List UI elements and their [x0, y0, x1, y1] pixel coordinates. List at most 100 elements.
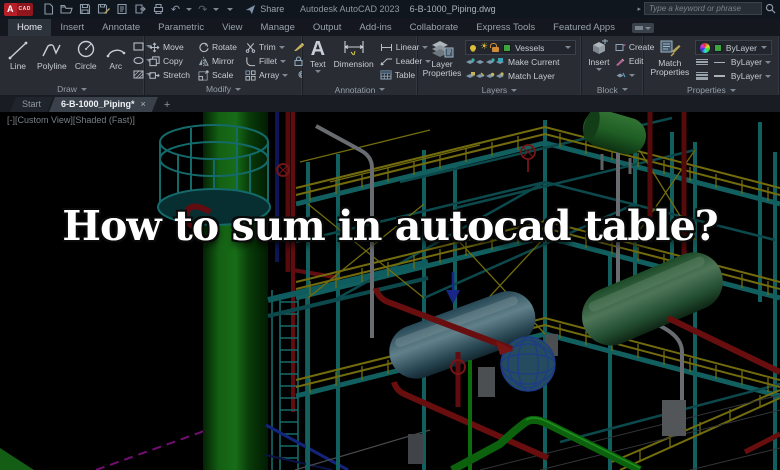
dimension-button[interactable]: Dimension — [331, 38, 377, 84]
layer-match-icons — [466, 72, 504, 78]
layer-dropdown-caret-icon[interactable] — [564, 46, 571, 49]
color-value: ByLayer — [725, 42, 757, 53]
array-button[interactable]: Array — [245, 69, 289, 81]
undo-dropdown-icon[interactable] — [186, 7, 193, 11]
modify-panel-label[interactable]: Modify — [145, 83, 302, 95]
polyline-button[interactable]: Polyline — [34, 38, 70, 83]
edit-block-icon — [615, 58, 625, 66]
overlay-title: How to sum in autocad table? — [62, 202, 718, 250]
open-folder-icon[interactable] — [60, 3, 73, 15]
properties-panel-label[interactable]: Properties — [644, 85, 779, 95]
color-wheel-icon — [699, 42, 710, 53]
search-input[interactable] — [644, 2, 762, 15]
export-icon[interactable] — [134, 3, 146, 15]
rotate-button[interactable]: Rotate — [198, 42, 237, 53]
document-tab[interactable]: 6-B-1000_Piping* × — [49, 97, 158, 112]
create-block-icon — [615, 43, 626, 51]
undo-icon[interactable]: ↶ — [171, 4, 180, 15]
ribbon-tab-bar: Home Insert Annotate Parametric View Man… — [0, 18, 780, 36]
copy-button[interactable]: Copy — [149, 55, 190, 67]
lineweight-dropdown[interactable]: ByLayer — [695, 69, 772, 83]
qat-customize-icon[interactable] — [227, 7, 234, 11]
arc-icon — [106, 49, 126, 58]
dark-overlay — [0, 112, 780, 470]
match-properties-button[interactable]: Match Properties — [648, 38, 692, 85]
share-button[interactable]: Share — [245, 4, 284, 15]
share-label: Share — [260, 4, 285, 14]
mirror-icon — [198, 56, 209, 66]
dimension-icon — [344, 41, 364, 56]
quick-access-toolbar: ↶ ↷ Share — [42, 3, 284, 15]
draw-panel-label[interactable]: Draw — [0, 83, 144, 95]
tab-annotate[interactable]: Annotate — [93, 19, 149, 36]
search-icon[interactable] — [765, 3, 776, 14]
tab-add-ins[interactable]: Add-ins — [350, 19, 400, 36]
move-button[interactable]: Move — [149, 42, 190, 53]
new-file-icon[interactable] — [42, 3, 54, 15]
redo-dropdown-icon[interactable] — [213, 7, 220, 11]
close-tab-icon[interactable]: × — [141, 99, 146, 109]
tab-insert[interactable]: Insert — [51, 19, 93, 36]
stretch-button[interactable]: Stretch — [149, 70, 190, 81]
insert-block-button[interactable]: Insert — [586, 38, 612, 84]
current-color-swatch — [713, 43, 722, 52]
match-properties-icon — [660, 40, 681, 57]
layers-panel-label[interactable]: Layers — [418, 85, 581, 95]
tab-output[interactable]: Output — [304, 19, 351, 36]
scale-button[interactable]: Scale — [198, 69, 237, 81]
tab-collaborate[interactable]: Collaborate — [401, 19, 468, 36]
tab-parametric[interactable]: Parametric — [149, 19, 213, 36]
block-panel-label[interactable]: Block — [582, 84, 643, 95]
text-button[interactable]: A Text — [307, 38, 329, 84]
array-icon — [245, 69, 256, 81]
make-current-button[interactable]: Make Current — [465, 55, 576, 69]
viewport-controls[interactable]: [-][Custom View][Shaded (Fast)] — [7, 115, 135, 125]
panel-draw: Line Polyline Circle Arc Draw — [0, 36, 152, 95]
scale-icon — [198, 69, 209, 81]
autocad-logo-icon[interactable]: A CAD — [4, 2, 33, 16]
save-icon[interactable] — [79, 3, 91, 15]
current-layer-name: Vessels — [515, 42, 545, 53]
ribbon-overflow-button[interactable] — [631, 23, 654, 33]
line-button[interactable]: Line — [4, 38, 32, 83]
tab-view[interactable]: View — [213, 19, 251, 36]
circle-button[interactable]: Circle — [72, 38, 100, 83]
linear-icon — [380, 43, 392, 51]
mirror-button[interactable]: Mirror — [198, 56, 237, 67]
panel-block: Insert Create Edit Block — [582, 36, 654, 95]
tab-home[interactable]: Home — [8, 19, 52, 36]
new-tab-button[interactable]: + — [164, 99, 170, 112]
layer-dropdown[interactable]: ☀ Vessels — [465, 40, 576, 55]
match-layer-button[interactable]: Match Layer — [465, 69, 576, 83]
linetype-dropdown[interactable]: ByLayer — [695, 55, 772, 69]
tab-manage[interactable]: Manage — [252, 19, 304, 36]
layer-thaw-sun-icon[interactable]: ☀ — [480, 43, 488, 52]
ellipse-icon — [133, 56, 144, 65]
plot-icon[interactable] — [116, 3, 128, 15]
start-tab[interactable]: Start — [10, 97, 53, 112]
ribbon: Line Polyline Circle Arc Draw Move Rotat… — [0, 36, 780, 95]
layer-unlock-icon[interactable] — [490, 43, 500, 52]
model-viewport[interactable]: [-][Custom View][Shaded (Fast)] How to s… — [0, 112, 780, 470]
arc-button[interactable]: Arc — [102, 38, 130, 83]
panel-layers: Layer Properties ☀ Vessels Make Current — [418, 36, 582, 95]
layer-properties-button[interactable]: Layer Properties — [422, 38, 462, 85]
help-search: ▸ — [637, 2, 776, 15]
print-icon[interactable] — [152, 3, 165, 15]
redo-icon[interactable]: ↷ — [198, 4, 207, 15]
annotation-panel-label[interactable]: Annotation — [303, 84, 417, 95]
save-as-icon[interactable] — [97, 3, 110, 15]
fillet-button[interactable]: Fillet — [245, 56, 288, 67]
leader-icon — [380, 58, 392, 65]
trim-button[interactable]: Trim — [245, 42, 288, 53]
lineweight-icon — [695, 72, 708, 80]
layer-on-bulb-icon[interactable] — [470, 44, 476, 51]
logo-a: A — [4, 2, 17, 16]
layer-properties-icon — [432, 41, 454, 58]
tab-featured-apps[interactable]: Featured Apps — [544, 19, 624, 36]
tab-express-tools[interactable]: Express Tools — [467, 19, 544, 36]
object-color-dropdown[interactable]: ByLayer — [694, 40, 772, 55]
copy-icon — [149, 55, 160, 66]
circle-icon — [77, 40, 94, 58]
search-expand-icon[interactable]: ▸ — [637, 5, 641, 13]
